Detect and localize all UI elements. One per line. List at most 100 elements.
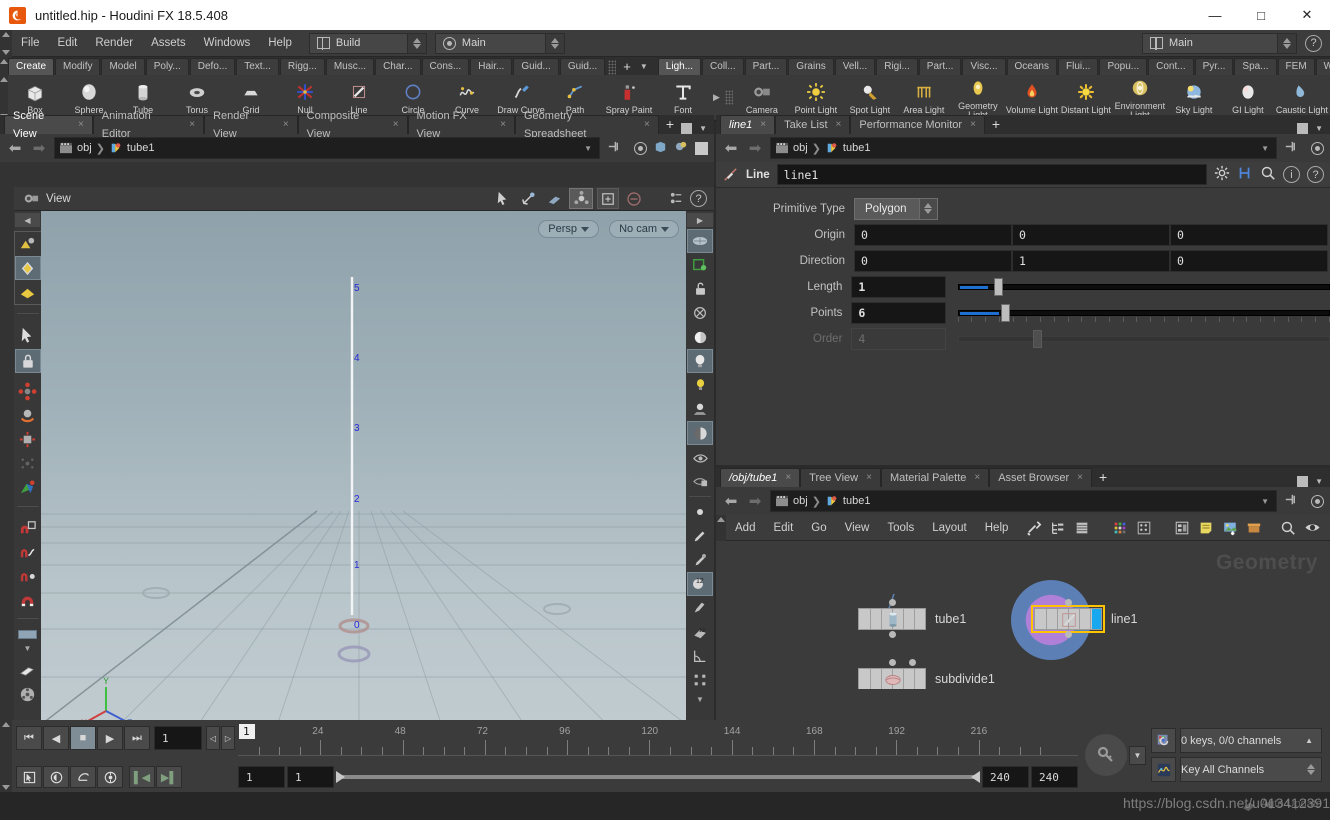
help-icon[interactable]: ? [1307, 166, 1324, 183]
jump-to-start-button[interactable]: ⏮ [16, 726, 42, 750]
white-swatch-icon[interactable] [695, 141, 708, 155]
playbar-select-mode-icon[interactable] [16, 766, 42, 788]
film-reel-icon[interactable] [15, 682, 41, 706]
snap-point-icon[interactable] [15, 563, 41, 587]
shelf-tab-char[interactable]: Char... [375, 58, 421, 75]
ghost-display-icon[interactable] [687, 253, 713, 277]
toolrow-splitter-grip[interactable] [724, 90, 733, 105]
param-order-slider[interactable] [957, 328, 1330, 350]
network-add-tab-button[interactable]: + [1092, 468, 1114, 487]
shelf-tab-fem[interactable]: FEM [1277, 58, 1315, 75]
pane-menu-icon[interactable]: ▼ [699, 124, 707, 133]
link-target-icon[interactable] [1311, 141, 1324, 155]
shelf-menu-left-button[interactable]: ▼ [636, 58, 652, 75]
auto-update-label[interactable]: Auto Update [1261, 798, 1322, 810]
network-scroll-arrows[interactable] [716, 514, 726, 541]
pane-menu-icon[interactable]: ▼ [1315, 477, 1323, 486]
select-geometry-mode-icon[interactable] [14, 256, 41, 280]
pin-icon[interactable] [1283, 139, 1298, 157]
primitive-type-dropdown[interactable]: Polygon [854, 197, 938, 220]
close-icon[interactable]: × [78, 116, 84, 134]
shelf-tool-point-light[interactable]: Point Light [789, 76, 843, 120]
network-node-line1[interactable]: line1 [1011, 580, 1137, 660]
close-icon[interactable]: × [866, 469, 872, 487]
maximize-pane-icon[interactable] [1297, 123, 1309, 134]
handle-tool-icon[interactable] [543, 188, 565, 210]
node-output-connector[interactable] [889, 631, 896, 638]
range-end-input[interactable]: 240 [1031, 766, 1078, 788]
jump-to-end-button[interactable]: ⏭ [124, 726, 150, 750]
path-dropdown-icon[interactable]: ▼ [584, 144, 595, 153]
view-tool-icon[interactable] [569, 188, 593, 209]
eye-icon[interactable] [1301, 517, 1323, 539]
right-toolbar-collapse-icon[interactable]: ▶ [687, 213, 713, 227]
scene-tab-render-view[interactable]: Render View × [204, 110, 298, 140]
set-key-button[interactable] [1085, 734, 1127, 776]
help-icon[interactable]: ? [1305, 34, 1322, 52]
nudge-forward-button[interactable]: ▷ [221, 726, 235, 750]
scene-tab-scene-view[interactable]: Scene View × [4, 110, 93, 140]
maximize-button[interactable]: □ [1238, 0, 1284, 30]
network-menu-tools[interactable]: Tools [878, 515, 923, 541]
parameter-path-field[interactable]: obj ❯ tube1 ▼ [770, 137, 1277, 159]
desktop-selector-spinner[interactable] [406, 33, 426, 53]
scene-tab-animation-editor[interactable]: Animation Editor × [92, 110, 205, 140]
material-icon[interactable] [15, 658, 41, 682]
shelf-add-left-button[interactable]: + [618, 58, 636, 75]
maximize-pane-icon[interactable] [1297, 476, 1309, 487]
menu-windows[interactable]: Windows [195, 30, 260, 57]
param-order-input[interactable]: 4 [851, 327, 946, 350]
set-range-end-button[interactable]: ▶▌ [156, 766, 182, 788]
layout-selector[interactable]: Main [434, 32, 565, 54]
network-menu-go[interactable]: Go [802, 515, 835, 541]
shelf-tab-rigi[interactable]: Rigi... [876, 58, 918, 75]
menu-render[interactable]: Render [86, 30, 142, 57]
shelf-tab-oceans[interactable]: Oceans [1006, 58, 1057, 75]
range-start-handle[interactable] [336, 771, 345, 783]
light-geometry-icon[interactable] [687, 397, 713, 421]
network-menu-layout[interactable]: Layout [923, 515, 976, 541]
shelf-tab-part[interactable]: Part... [918, 58, 962, 75]
shelf-tab-ligh[interactable]: Ligh... [657, 58, 702, 75]
snap-magnet-icon[interactable] [15, 587, 41, 611]
viewport-camera-lock-icon[interactable] [687, 445, 713, 469]
network-menu-view[interactable]: View [836, 515, 879, 541]
paint-brush-icon[interactable] [687, 524, 713, 548]
network-tab-tree-view[interactable]: Tree View × [800, 468, 881, 487]
link-target-icon[interactable] [1311, 494, 1324, 508]
pin-icon[interactable] [1283, 492, 1298, 510]
network-path-field[interactable]: obj ❯ tube1 ▼ [770, 490, 1277, 512]
camera-preview-icon[interactable] [687, 469, 713, 493]
network-tab-material-palette[interactable]: Material Palette × [880, 468, 990, 487]
param-length-input[interactable]: 1 [851, 275, 946, 298]
snap-frames-icon[interactable] [97, 766, 123, 788]
network-tab-asset-browser[interactable]: Asset Browser × [989, 468, 1092, 487]
network-node-subdivide1[interactable]: subdivide1 [858, 659, 995, 689]
menu-edit[interactable]: Edit [49, 30, 87, 57]
network-menu-help[interactable]: Help [976, 515, 1018, 541]
param-direction-z-input[interactable]: 0 [1170, 249, 1328, 272]
shelf-tab-modify[interactable]: Modify [55, 58, 101, 75]
scene-tab-composite-view[interactable]: Composite View × [297, 110, 408, 140]
scene-path-field[interactable]: obj ❯ tube1 ▼ [54, 137, 600, 159]
shelf-tab-musc[interactable]: Musc... [325, 58, 375, 75]
set-range-start-button[interactable]: ▌◀ [129, 766, 155, 788]
parameter-tab-take-list[interactable]: Take List × [775, 115, 851, 134]
view-camera-icon[interactable] [20, 188, 42, 210]
layout-icon[interactable] [1171, 517, 1193, 539]
list-icon[interactable] [1071, 517, 1093, 539]
display-flag-icon[interactable] [653, 139, 668, 157]
scene-lights-icon[interactable] [687, 349, 713, 373]
shelf-tool-area-light[interactable]: Area Light [897, 76, 951, 120]
pin-icon[interactable] [606, 139, 621, 157]
arrow-select-icon[interactable] [15, 323, 41, 347]
timeline-scroll-arrows[interactable] [0, 720, 12, 792]
shelf-tab-guid[interactable]: Guid... [559, 58, 606, 75]
close-icon[interactable]: × [189, 116, 195, 134]
key-mode-button[interactable]: Key All Channels [1180, 757, 1322, 782]
layout-selector-spinner[interactable] [544, 33, 564, 53]
close-icon[interactable]: × [283, 116, 289, 134]
path-dropdown-icon[interactable]: ▼ [1261, 497, 1272, 506]
node-input-connector[interactable] [889, 659, 896, 666]
move-handle-icon[interactable] [15, 379, 41, 403]
